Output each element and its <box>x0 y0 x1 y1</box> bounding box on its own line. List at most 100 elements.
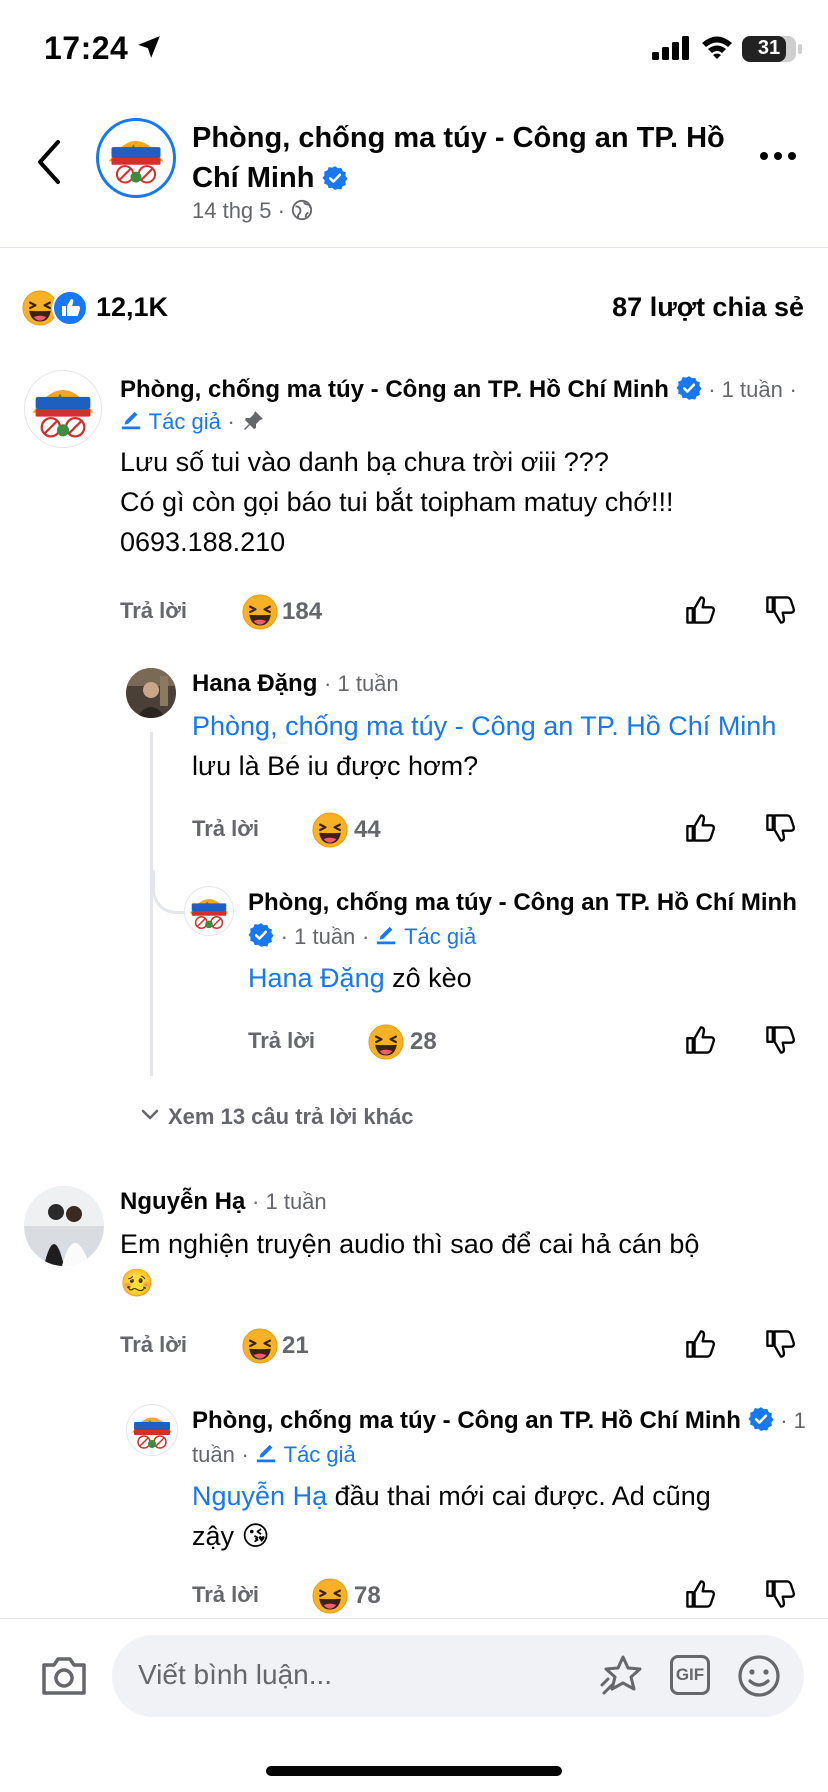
upvote-icon[interactable] <box>682 810 718 846</box>
haha-reaction-icon <box>368 1024 404 1060</box>
reaction-count[interactable]: 12,1K <box>96 292 168 323</box>
comment-author[interactable]: Nguyễn Hạ <box>120 1188 245 1215</box>
reactions-summary[interactable]: 12,1K 87 lượt chia sẻ <box>0 282 828 332</box>
post-meta: 14 thg 5 · <box>192 198 313 224</box>
comment-author[interactable]: Phòng, chống ma túy - Công an TP. Hồ Chí… <box>248 889 797 916</box>
comment-actions: Trả lời 44 <box>192 808 810 852</box>
reaction-count[interactable]: 184 <box>282 598 322 626</box>
comment-line: Có gì còn gọi báo tui bắt toipham matuy … <box>120 487 674 517</box>
page-avatar[interactable] <box>96 118 176 198</box>
battery-level: 31 <box>757 37 781 59</box>
page-logo-icon <box>185 887 233 935</box>
page-title[interactable]: Phòng, chống ma túy - Công an TP. Hồ Chí… <box>192 118 732 198</box>
comment-text: Lưu số tui vào danh bạ chưa trời ơiii ??… <box>120 442 810 562</box>
user-photo-icon <box>126 668 176 718</box>
comment-header: Nguyễn Hạ · 1 tuần <box>120 1188 327 1215</box>
status-time: 17:24 <box>44 30 129 66</box>
comment-body-continued: zậy <box>192 1521 235 1551</box>
comment-time[interactable]: 1 tuần <box>722 377 783 402</box>
chevron-down-icon <box>141 1109 159 1120</box>
mention-link[interactable]: Hana Đặng <box>248 963 385 993</box>
page-logo-icon <box>127 1405 177 1455</box>
comment-line: 0693.188.210 <box>120 527 286 557</box>
comment-time[interactable]: 1 tuần <box>294 924 355 949</box>
mention-link[interactable]: Nguyễn Hạ <box>192 1481 327 1511</box>
commenter-avatar[interactable] <box>24 370 102 448</box>
battery-tip <box>798 44 802 54</box>
reply-button[interactable]: Trả lời <box>120 1332 187 1358</box>
like-reaction-icon <box>52 290 88 326</box>
comment-text: Nguyễn Hạ đầu thai mới cai được. Ad cũng… <box>192 1476 812 1557</box>
comment-header: Phòng, chống ma túy - Công an TP. Hồ Chí… <box>120 376 797 434</box>
sticker-icon[interactable] <box>600 1653 646 1699</box>
reply-item: Hana Đặng · 1 tuần Phòng, chống ma túy -… <box>192 668 792 786</box>
comment-text: Phòng, chống ma túy - Công an TP. Hồ Chí… <box>192 706 792 786</box>
globe-icon <box>292 199 313 221</box>
haha-reaction-icon <box>312 1578 348 1614</box>
verified-badge-icon <box>248 922 274 948</box>
reaction-count[interactable]: 21 <box>282 1332 309 1360</box>
upvote-icon[interactable] <box>682 592 718 628</box>
commenter-avatar[interactable] <box>126 1404 178 1456</box>
back-chevron-icon[interactable] <box>30 138 70 186</box>
downvote-icon[interactable] <box>762 1326 798 1362</box>
reaction-icons <box>22 290 92 326</box>
comment-actions: Trả lời 78 <box>192 1574 810 1618</box>
reply-button[interactable]: Trả lời <box>192 816 259 842</box>
reaction-count[interactable]: 78 <box>354 1582 381 1610</box>
comment-actions: Trả lời 21 <box>120 1324 810 1368</box>
camera-icon[interactable] <box>40 1655 88 1697</box>
page-name[interactable]: Phòng, chống ma túy - Công an TP. Hồ Chí… <box>192 122 725 194</box>
upvote-icon[interactable] <box>682 1326 718 1362</box>
post-date[interactable]: 14 thg 5 <box>192 198 272 223</box>
reply-button[interactable]: Trả lời <box>120 598 187 624</box>
reaction-count[interactable]: 28 <box>410 1028 437 1056</box>
reply-button[interactable]: Trả lời <box>192 1582 259 1608</box>
comment-time[interactable]: 1 tuần <box>265 1189 326 1214</box>
author-pen-icon <box>255 1443 277 1465</box>
upvote-icon[interactable] <box>682 1576 718 1612</box>
author-badge: Tác giả <box>404 924 477 949</box>
downvote-icon[interactable] <box>762 592 798 628</box>
reply-item: Phòng, chống ma túy - Công an TP. Hồ Chí… <box>192 1404 812 1557</box>
more-options-icon[interactable] <box>758 150 798 162</box>
comment-header: Hana Đặng · 1 tuần <box>192 670 399 697</box>
comment-body: lưu là Bé iu được hơm? <box>192 751 479 781</box>
pin-icon <box>243 411 263 430</box>
share-count[interactable]: 87 lượt chia sẻ <box>612 292 804 323</box>
emoji-icon[interactable] <box>736 1653 782 1699</box>
comment-body: zô kèo <box>392 963 472 993</box>
downvote-icon[interactable] <box>762 810 798 846</box>
comment-item: Nguyễn Hạ · 1 tuần Em nghiện truyện audi… <box>120 1186 810 1304</box>
comment-author[interactable]: Phòng, chống ma túy - Công an TP. Hồ Chí… <box>192 1407 741 1434</box>
haha-reaction-icon <box>312 812 348 848</box>
reply-item: Phòng, chống ma túy - Công an TP. Hồ Chí… <box>248 886 808 998</box>
wifi-icon <box>702 36 732 59</box>
page-logo-icon <box>25 371 101 447</box>
woozy-emoji: 🥴 <box>120 1268 154 1299</box>
comment-line: Lưu số tui vào danh bạ chưa trời ơiii ??… <box>120 447 609 477</box>
downvote-icon[interactable] <box>762 1022 798 1058</box>
comment-body: Em nghiện truyện audio thì sao để cai hả… <box>120 1229 700 1259</box>
upvote-icon[interactable] <box>682 1022 718 1058</box>
mention-link[interactable]: Phòng, chống ma túy - Công an TP. Hồ Chí… <box>192 711 776 741</box>
commenter-avatar[interactable] <box>184 886 234 936</box>
downvote-icon[interactable] <box>762 1576 798 1612</box>
haha-reaction-icon <box>242 1328 278 1364</box>
view-more-replies-button[interactable]: Xem 13 câu trả lời khác <box>140 1104 414 1130</box>
commenter-avatar[interactable] <box>126 668 176 718</box>
gif-button[interactable]: GIF <box>670 1655 710 1695</box>
comment-input[interactable]: Viết bình luận... GIF <box>112 1635 804 1717</box>
comment-actions: Trả lời 28 <box>248 1020 810 1064</box>
commenter-avatar[interactable] <box>24 1186 104 1266</box>
gif-label: GIF <box>675 1665 705 1684</box>
verified-badge-icon <box>748 1406 774 1432</box>
comment-time[interactable]: 1 tuần <box>337 671 398 696</box>
comment-author[interactable]: Phòng, chống ma túy - Công an TP. Hồ Chí… <box>120 376 669 403</box>
home-indicator[interactable] <box>266 1766 562 1776</box>
reaction-count[interactable]: 44 <box>354 816 381 844</box>
comment-author[interactable]: Hana Đặng <box>192 670 317 697</box>
comment-text: Em nghiện truyện audio thì sao để cai hả… <box>120 1224 810 1304</box>
user-photo-icon <box>24 1186 104 1266</box>
reply-button[interactable]: Trả lời <box>248 1028 315 1054</box>
